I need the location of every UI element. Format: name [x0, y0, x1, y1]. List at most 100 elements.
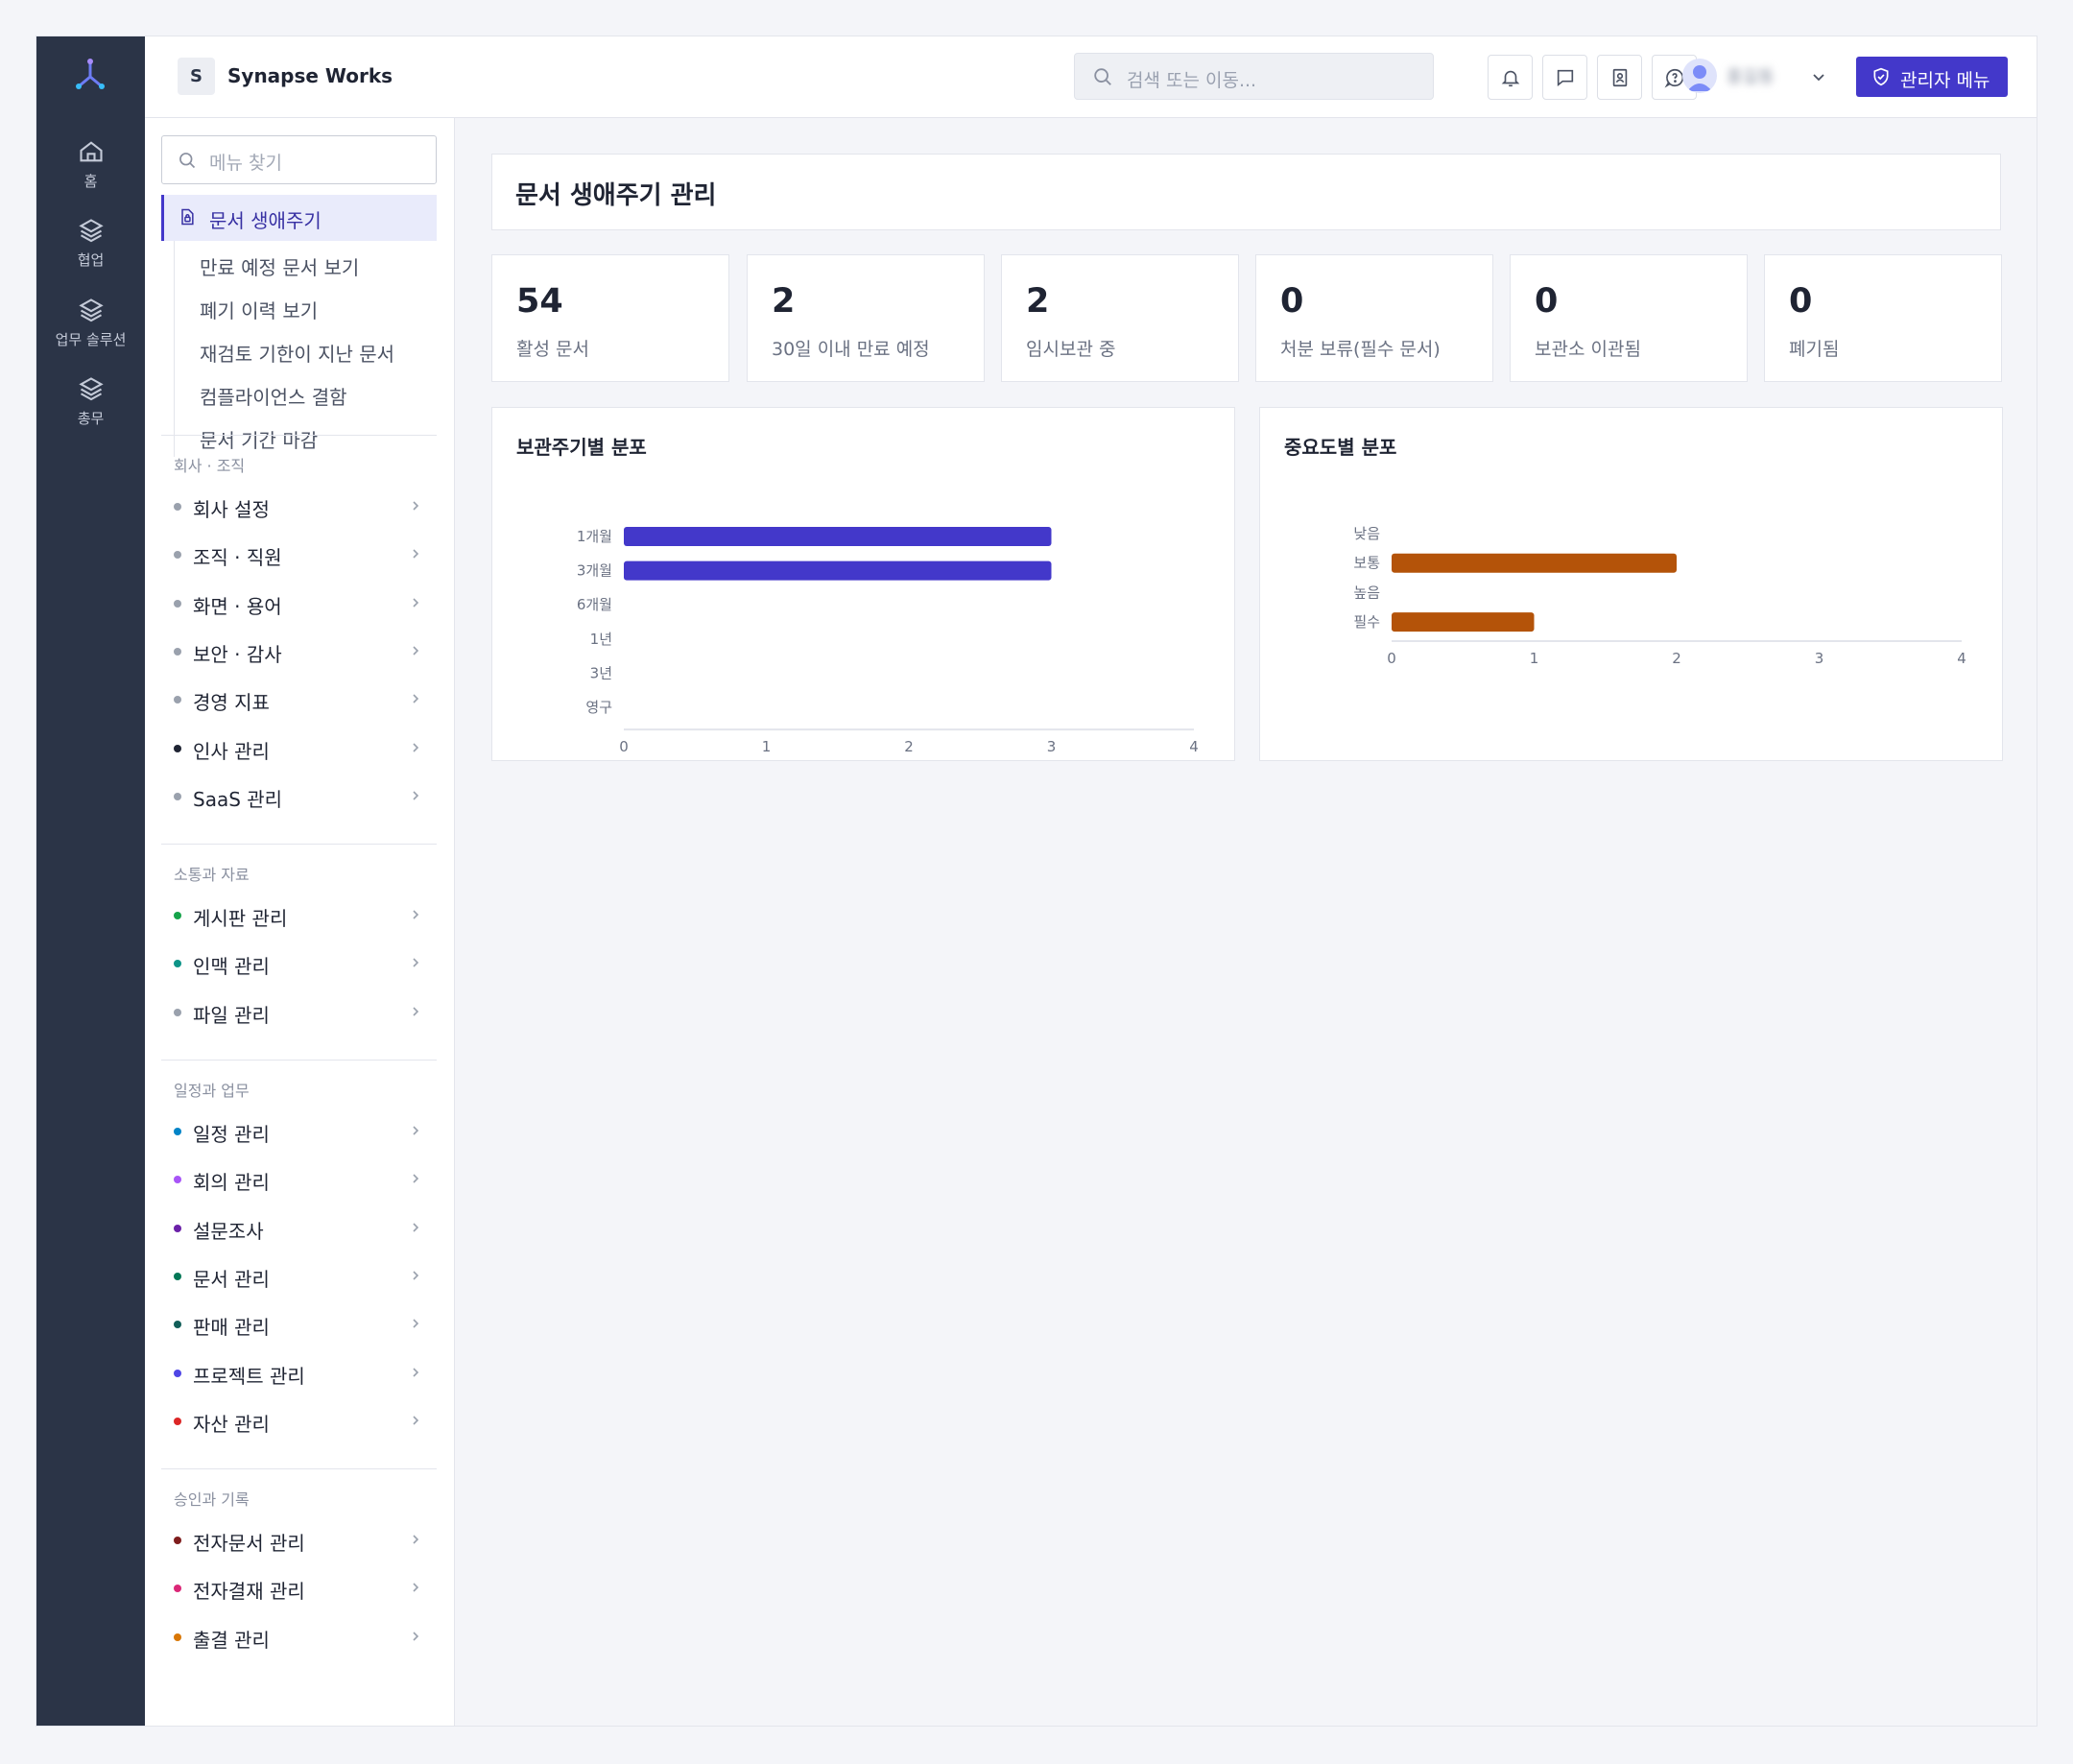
sidebar-item-label: 게시판 관리 [193, 907, 288, 930]
notifications-button[interactable] [1488, 55, 1533, 100]
stat-card[interactable]: 2 30일 이내 만료 예정 [747, 254, 985, 382]
admin-menu-button[interactable]: 관리자 메뉴 [1856, 57, 2008, 97]
status-dot [174, 1633, 181, 1641]
stat-label: 활성 문서 [516, 339, 589, 360]
sidebar-item-label: 프로젝트 관리 [193, 1364, 305, 1388]
sidebar-nav-item[interactable]: 판매 관리 [161, 1304, 437, 1343]
app-logo-icon[interactable] [73, 58, 107, 92]
y-tick-label: 3개월 [577, 562, 612, 580]
retention-period-chart-card: 보관주기별 분포 1개월 3개월 6개월 1년 3년 영구 0 1 2 3 4 [491, 407, 1235, 761]
sidebar-nav-item[interactable]: 화면 · 용어 [161, 584, 437, 622]
x-tick-label: 1 [1530, 650, 1539, 667]
sidebar-item-label: 경영 지표 [193, 691, 270, 715]
x-tick-label: 3 [1815, 650, 1824, 667]
sidebar-nav-item[interactable]: 경영 지표 [161, 679, 437, 718]
rail-item-home[interactable]: 홈 [36, 138, 145, 191]
sidebar-nav-item[interactable]: 파일 관리 [161, 992, 437, 1031]
stat-card[interactable]: 2 임시보관 중 [1001, 254, 1239, 382]
chat-icon [1557, 69, 1574, 87]
menu-search-input[interactable]: 메뉴 찾기 [161, 135, 437, 184]
sidebar-section-title: 회사 · 조직 [174, 457, 246, 475]
status-dot [174, 1321, 181, 1329]
sidebar-item-label: 일정 관리 [193, 1123, 270, 1146]
sidebar-item-label: 보안 · 감사 [193, 642, 282, 666]
retention-period-chart: 1개월 3개월 6개월 1년 3년영구 0 1 2 3 4 [577, 527, 1199, 755]
sidebar-nav-item[interactable]: 문서 관리 [161, 1256, 437, 1295]
status-dot [174, 1585, 181, 1593]
importance-chart-card: 중요도별 분포 낮음 보통 높음 필수 0 1 2 3 4 [1259, 407, 2003, 761]
sidebar-nav-item[interactable]: 조직 · 직원 [161, 535, 437, 573]
sidebar-nav-item[interactable]: 일정 관리 [161, 1111, 437, 1150]
stat-value: 0 [1280, 282, 1304, 321]
chevron-right-icon [413, 742, 419, 752]
x-tick-label: 2 [1672, 650, 1681, 667]
workspace-badge[interactable]: S [178, 58, 215, 95]
chevron-right-icon [413, 549, 419, 559]
search-placeholder: 검색 또는 이동... [1127, 70, 1257, 91]
sidebar-nav-item[interactable]: 자산 관리 [161, 1401, 437, 1440]
sidebar-item-label: 설문조사 [193, 1219, 264, 1243]
global-search-input[interactable]: 검색 또는 이동... [1074, 53, 1434, 100]
sidebar-nav-item[interactable]: 출결 관리 [161, 1617, 437, 1656]
sidebar-nav-item[interactable]: 설문조사 [161, 1208, 437, 1247]
y-tick-label: 필수 [1353, 613, 1380, 631]
rail-item-label: 총무 [77, 410, 105, 427]
status-dot [174, 647, 181, 656]
submenu-item[interactable]: 문서 기간 마감 [200, 425, 318, 453]
sidebar-item-label: 문서 생애주기 [209, 209, 322, 232]
sidebar-item-label: 자산 관리 [193, 1412, 270, 1436]
left-rail: 홈 협업 업무 솔루션 총무 [36, 36, 145, 1726]
status-dot [174, 1272, 181, 1280]
user-name[interactable]: 홍길동 [1727, 63, 1803, 88]
sidebar-section-title: 소통과 자료 [174, 866, 250, 884]
workspace-name[interactable]: Synapse Works [227, 64, 393, 87]
sidebar-item-document-lifecycle[interactable]: 문서 생애주기 [161, 195, 437, 241]
stat-card[interactable]: 0 보관소 이관됨 [1510, 254, 1748, 382]
bar[interactable] [624, 560, 1052, 581]
stat-card[interactable]: 0 폐기됨 [1764, 254, 2002, 382]
sidebar-item-label: 출결 관리 [193, 1628, 270, 1652]
sidebar-nav-item[interactable]: 전자문서 관리 [161, 1520, 437, 1559]
app-frame: 홈 협업 업무 솔루션 총무 S Synapse Works 검색 또는 이동.… [36, 36, 2037, 1727]
stat-value: 2 [1026, 282, 1050, 321]
chevron-right-icon [413, 1632, 419, 1641]
submenu-item[interactable]: 컴플라이언스 결함 [200, 382, 347, 410]
chevron-down-icon[interactable] [1811, 69, 1826, 84]
sidebar-section-title: 승인과 기록 [174, 1490, 250, 1509]
messages-button[interactable] [1542, 55, 1587, 100]
bar[interactable] [624, 527, 1052, 546]
status-dot [174, 503, 181, 511]
rail-item-general[interactable]: 총무 [36, 375, 145, 428]
sidebar-nav-item[interactable]: 게시판 관리 [161, 895, 437, 934]
rail-item-collab[interactable]: 협업 [36, 217, 145, 270]
chevron-right-icon [413, 598, 419, 608]
stat-card[interactable]: 0 처분 보류(필수 문서) [1255, 254, 1493, 382]
page-title: 문서 생애주기 관리 [515, 181, 717, 210]
bar[interactable] [1392, 612, 1535, 632]
bar[interactable] [1392, 553, 1677, 573]
y-tick-label: 영구 [585, 699, 612, 716]
submenu-item[interactable]: 폐기 이력 보기 [200, 296, 318, 323]
status-dot [174, 599, 181, 608]
status-dot [174, 1176, 181, 1184]
sidebar-nav-item[interactable]: 회사 설정 [161, 487, 437, 525]
sidebar-divider [161, 1468, 437, 1469]
rail-item-label: 홈 [83, 173, 98, 190]
rail-item-business[interactable]: 업무 솔루션 [36, 297, 145, 349]
document-lock-icon [181, 208, 194, 226]
sidebar-nav-item[interactable]: 전자결재 관리 [161, 1568, 437, 1607]
sidebar-nav-item[interactable]: 회의 관리 [161, 1159, 437, 1198]
sidebar-nav-item[interactable]: 인사 관리 [161, 728, 437, 767]
stat-card[interactable]: 54 활성 문서 [491, 254, 729, 382]
sidebar-nav-item[interactable]: 프로젝트 관리 [161, 1353, 437, 1392]
user-avatar[interactable] [1682, 59, 1717, 93]
submenu-item[interactable]: 재검토 기한이 지난 문서 [200, 339, 394, 367]
sidebar-item-label: 회사 설정 [193, 498, 270, 521]
contacts-button[interactable] [1597, 55, 1642, 100]
sidebar-nav-item[interactable]: 보안 · 감사 [161, 632, 437, 670]
submenu-item[interactable]: 만료 예정 문서 보기 [200, 252, 359, 280]
status-dot [174, 1008, 181, 1016]
sidebar-nav-item[interactable]: 인맥 관리 [161, 943, 437, 982]
sidebar-nav-item[interactable]: SaaS 관리 [161, 776, 437, 815]
status-dot [174, 1537, 181, 1544]
